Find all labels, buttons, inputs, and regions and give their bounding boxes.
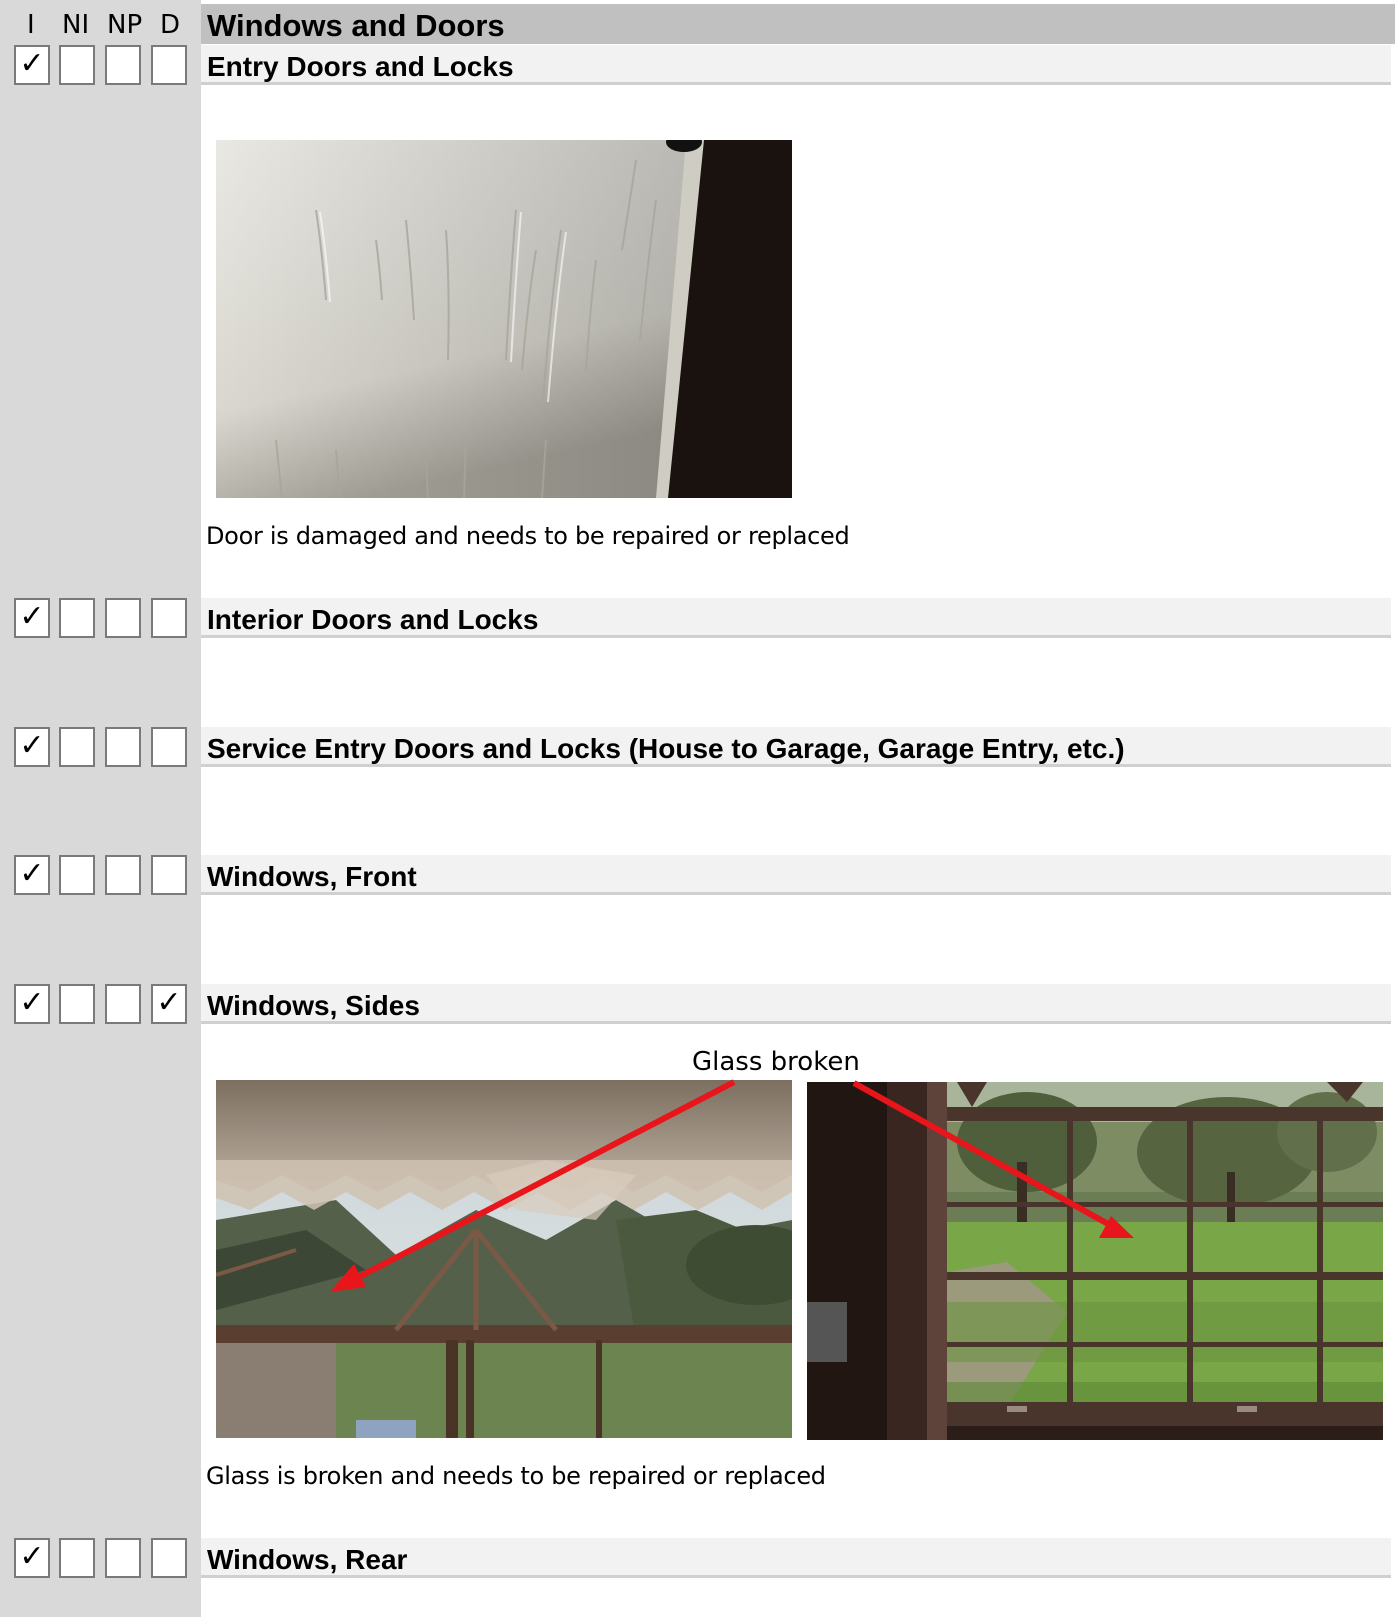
checkbox-i-service-entry-doors[interactable]: ✓ bbox=[14, 727, 50, 767]
col-header-d: D bbox=[160, 10, 181, 40]
checkbox-i-interior-doors[interactable]: ✓ bbox=[14, 598, 50, 638]
checkbox-np-interior-doors[interactable] bbox=[105, 598, 141, 638]
checkbox-np-windows-sides[interactable] bbox=[105, 984, 141, 1024]
photo-broken-window-left bbox=[216, 1080, 792, 1438]
checkbox-d-windows-rear[interactable] bbox=[151, 1538, 187, 1578]
photo-annotation-label: Glass broken bbox=[692, 1047, 860, 1077]
photo-damaged-door bbox=[216, 140, 792, 498]
col-header-i: I bbox=[27, 10, 35, 40]
checkbox-d-windows-front[interactable] bbox=[151, 855, 187, 895]
checkbox-ni-entry-doors[interactable] bbox=[59, 45, 95, 85]
checkbox-ni-windows-front[interactable] bbox=[59, 855, 95, 895]
item-title-windows-sides: Windows, Sides bbox=[207, 990, 420, 1021]
section-title: Windows and Doors bbox=[207, 8, 505, 43]
checkbox-d-interior-doors[interactable] bbox=[151, 598, 187, 638]
caption-windows-sides: Glass is broken and needs to be repaired… bbox=[206, 1462, 826, 1490]
photo-broken-window-right bbox=[807, 1082, 1383, 1440]
col-header-np: NP bbox=[107, 10, 143, 40]
checkbox-ni-windows-sides[interactable] bbox=[59, 984, 95, 1024]
checkbox-d-service-entry-doors[interactable] bbox=[151, 727, 187, 767]
checkbox-ni-windows-rear[interactable] bbox=[59, 1538, 95, 1578]
checkbox-i-windows-sides[interactable]: ✓ bbox=[14, 984, 50, 1024]
checkbox-np-entry-doors[interactable] bbox=[105, 45, 141, 85]
col-header-ni: NI bbox=[62, 10, 90, 40]
checkbox-np-windows-front[interactable] bbox=[105, 855, 141, 895]
item-title-windows-rear: Windows, Rear bbox=[207, 1544, 408, 1575]
item-title-service-entry-doors: Service Entry Doors and Locks (House to … bbox=[207, 733, 1125, 764]
checkbox-ni-service-entry-doors[interactable] bbox=[59, 727, 95, 767]
column-headers: I NI NP D bbox=[0, 4, 201, 44]
checkbox-d-entry-doors[interactable] bbox=[151, 45, 187, 85]
checkbox-gutter bbox=[0, 0, 201, 1617]
item-title-entry-doors: Entry Doors and Locks bbox=[207, 51, 514, 82]
checkbox-np-service-entry-doors[interactable] bbox=[105, 727, 141, 767]
checkbox-i-windows-rear[interactable]: ✓ bbox=[14, 1538, 50, 1578]
checkbox-d-windows-sides[interactable]: ✓ bbox=[151, 984, 187, 1024]
checkbox-i-windows-front[interactable]: ✓ bbox=[14, 855, 50, 895]
checkbox-i-entry-doors[interactable]: ✓ bbox=[14, 45, 50, 85]
caption-entry-door: Door is damaged and needs to be repaired… bbox=[206, 522, 850, 550]
item-title-windows-front: Windows, Front bbox=[207, 861, 417, 892]
item-title-interior-doors: Interior Doors and Locks bbox=[207, 604, 539, 635]
checkbox-ni-interior-doors[interactable] bbox=[59, 598, 95, 638]
checkbox-np-windows-rear[interactable] bbox=[105, 1538, 141, 1578]
